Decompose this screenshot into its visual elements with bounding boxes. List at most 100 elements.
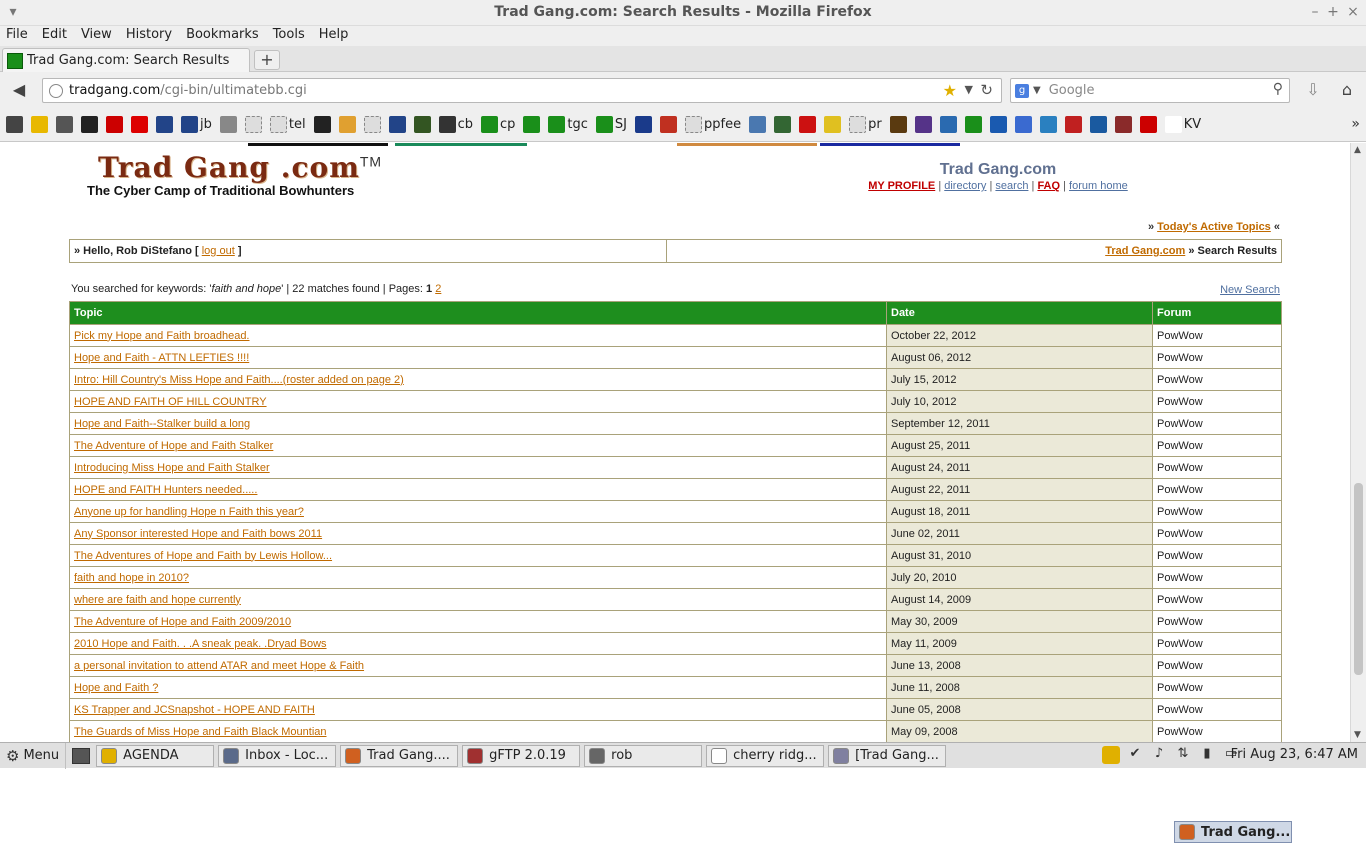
topic-link[interactable]: Introducing Miss Hope and Faith Stalker [74, 462, 270, 474]
bookmark-item[interactable] [1139, 116, 1157, 133]
scroll-up-icon[interactable]: ▲ [1354, 145, 1361, 155]
close-icon[interactable]: × [1344, 3, 1362, 21]
forum-home-link[interactable]: forum home [1069, 180, 1128, 192]
new-search-link[interactable]: New Search [1190, 284, 1280, 296]
volume-icon[interactable]: ♪ [1150, 746, 1168, 764]
bookmark-item[interactable]: pr [849, 116, 882, 133]
bookmark-item[interactable] [635, 116, 652, 133]
bookmark-item[interactable] [964, 116, 982, 133]
bookmark-item[interactable] [989, 116, 1007, 133]
bookmark-item[interactable] [660, 116, 677, 133]
bookmark-item[interactable] [824, 116, 842, 133]
bookmark-item[interactable] [56, 116, 73, 133]
bookmark-item[interactable]: ppfee [685, 116, 741, 133]
topic-link[interactable]: KS Trapper and JCSnapshot - HOPE AND FAI… [74, 704, 315, 716]
bookmark-item[interactable]: tel [269, 116, 306, 133]
new-tab-button[interactable]: + [254, 50, 280, 70]
search-bar[interactable]: g ▼ Google ⚲ [1010, 78, 1290, 103]
bookmark-item[interactable] [523, 116, 541, 133]
topic-link[interactable]: The Adventure of Hope and Faith 2009/201… [74, 616, 291, 628]
bookmark-item[interactable] [413, 116, 431, 133]
topic-link[interactable]: The Adventure of Hope and Faith Stalker [74, 440, 273, 452]
terminal-launcher-icon[interactable] [72, 747, 91, 764]
topic-link[interactable]: HOPE and FAITH Hunters needed..... [74, 484, 257, 496]
bookmark-item[interactable]: KV [1164, 116, 1201, 133]
google-icon[interactable]: g [1015, 83, 1029, 98]
my-profile-link[interactable]: MY PROFILE [868, 180, 935, 192]
menu-tools[interactable]: Tools [273, 26, 305, 46]
bookmark-item[interactable]: tgc [548, 116, 588, 133]
topic-link[interactable]: Anyone up for handling Hope n Faith this… [74, 506, 304, 518]
bookmark-item[interactable] [338, 116, 356, 133]
bookmark-item[interactable] [313, 116, 331, 133]
bookmark-item[interactable] [244, 116, 262, 133]
start-menu-button[interactable]: ⚙ Menu [0, 742, 67, 769]
topic-link[interactable]: faith and hope in 2010? [74, 572, 189, 584]
url-bar[interactable]: tradgang.com/cgi-bin/ultimatebb.cgi ★ ▼ … [42, 78, 1002, 103]
search-icon[interactable]: ⚲ [1273, 81, 1283, 97]
bookmark-item[interactable] [106, 116, 123, 133]
taskbar-item[interactable]: cherry ridg... [706, 744, 825, 767]
network-icon[interactable]: ⇅ [1174, 746, 1192, 764]
home-icon[interactable]: ⌂ [1336, 80, 1358, 100]
bookmark-item[interactable] [1039, 116, 1057, 133]
bookmark-item[interactable] [363, 116, 381, 133]
topic-link[interactable]: 2010 Hope and Faith. . .A sneak peak. .D… [74, 638, 327, 650]
bookmark-item[interactable]: jb [181, 116, 212, 133]
page-scrollbar[interactable]: ▲ ▼ [1350, 143, 1366, 742]
scrollbar-thumb[interactable] [1354, 483, 1363, 675]
page-2-link[interactable]: 2 [435, 283, 441, 295]
bookmark-item[interactable] [131, 116, 148, 133]
topic-link[interactable]: Any Sponsor interested Hope and Faith bo… [74, 528, 322, 540]
menu-bookmarks[interactable]: Bookmarks [186, 26, 259, 46]
bookmark-item[interactable] [1114, 116, 1132, 133]
taskbar-item[interactable]: [Trad Gang... [828, 744, 947, 767]
bookmark-item[interactable]: cp [481, 116, 515, 133]
bookmark-item[interactable] [219, 116, 237, 133]
topic-link[interactable]: Pick my Hope and Faith broadhead. [74, 330, 250, 342]
bookmarks-overflow-icon[interactable]: » [1351, 116, 1360, 132]
bookmark-item[interactable] [1089, 116, 1107, 133]
topic-link[interactable]: Hope and Faith ? [74, 682, 158, 694]
bookmark-item[interactable] [81, 116, 98, 133]
directory-link[interactable]: directory [944, 180, 986, 192]
bookmark-item[interactable] [914, 116, 932, 133]
url-dropdown-icon[interactable]: ▼ [965, 83, 973, 96]
bookmark-star-icon[interactable]: ★ [943, 81, 957, 100]
shield-icon[interactable]: ✔ [1126, 746, 1144, 764]
bookmark-item[interactable] [156, 116, 173, 133]
bookmark-item[interactable] [31, 116, 48, 133]
topic-link[interactable]: a personal invitation to attend ATAR and… [74, 660, 364, 672]
topic-link[interactable]: Intro: Hill Country's Miss Hope and Fait… [74, 374, 404, 386]
site-logo[interactable]: Trad Gang .comTM [98, 151, 382, 184]
taskbar-item[interactable]: Trad Gang.... [340, 744, 459, 767]
topic-link[interactable]: The Guards of Miss Hope and Faith Black … [74, 726, 327, 738]
logout-link[interactable]: log out [202, 245, 235, 257]
topic-link[interactable]: where are faith and hope currently [74, 594, 241, 606]
active-topics-link[interactable]: Today's Active Topics [1157, 221, 1271, 233]
minimize-icon[interactable]: – [1306, 3, 1324, 21]
download-icon[interactable]: ⇩ [1302, 80, 1324, 100]
bookmark-item[interactable]: cb [438, 116, 473, 133]
back-arrow-icon[interactable]: ◀ [8, 80, 30, 100]
bookmark-item[interactable]: SJ [595, 116, 627, 133]
taskbar-item[interactable]: Inbox - Loc... [218, 744, 337, 767]
signal-icon[interactable]: ▮ [1198, 746, 1216, 764]
menu-edit[interactable]: Edit [42, 26, 67, 46]
menu-view[interactable]: View [81, 26, 112, 46]
bookmark-item[interactable] [388, 116, 406, 133]
taskbar-item[interactable]: Trad Gang.... [1174, 821, 1292, 843]
bookmark-item[interactable] [799, 116, 817, 133]
menu-history[interactable]: History [126, 26, 172, 46]
bookmark-item[interactable] [6, 116, 23, 133]
topic-link[interactable]: Hope and Faith--Stalker build a long [74, 418, 250, 430]
bookmark-item[interactable] [1014, 116, 1032, 133]
bookmark-item[interactable] [1064, 116, 1082, 133]
topic-link[interactable]: Hope and Faith - ATTN LEFTIES !!!! [74, 352, 249, 364]
notes-tray-icon[interactable] [1102, 746, 1120, 764]
taskbar-item[interactable]: gFTP 2.0.19 [462, 744, 581, 767]
breadcrumb-home-link[interactable]: Trad Gang.com [1105, 245, 1185, 257]
faq-link[interactable]: FAQ [1037, 180, 1060, 192]
scroll-down-icon[interactable]: ▼ [1354, 730, 1361, 740]
search-link[interactable]: search [995, 180, 1028, 192]
